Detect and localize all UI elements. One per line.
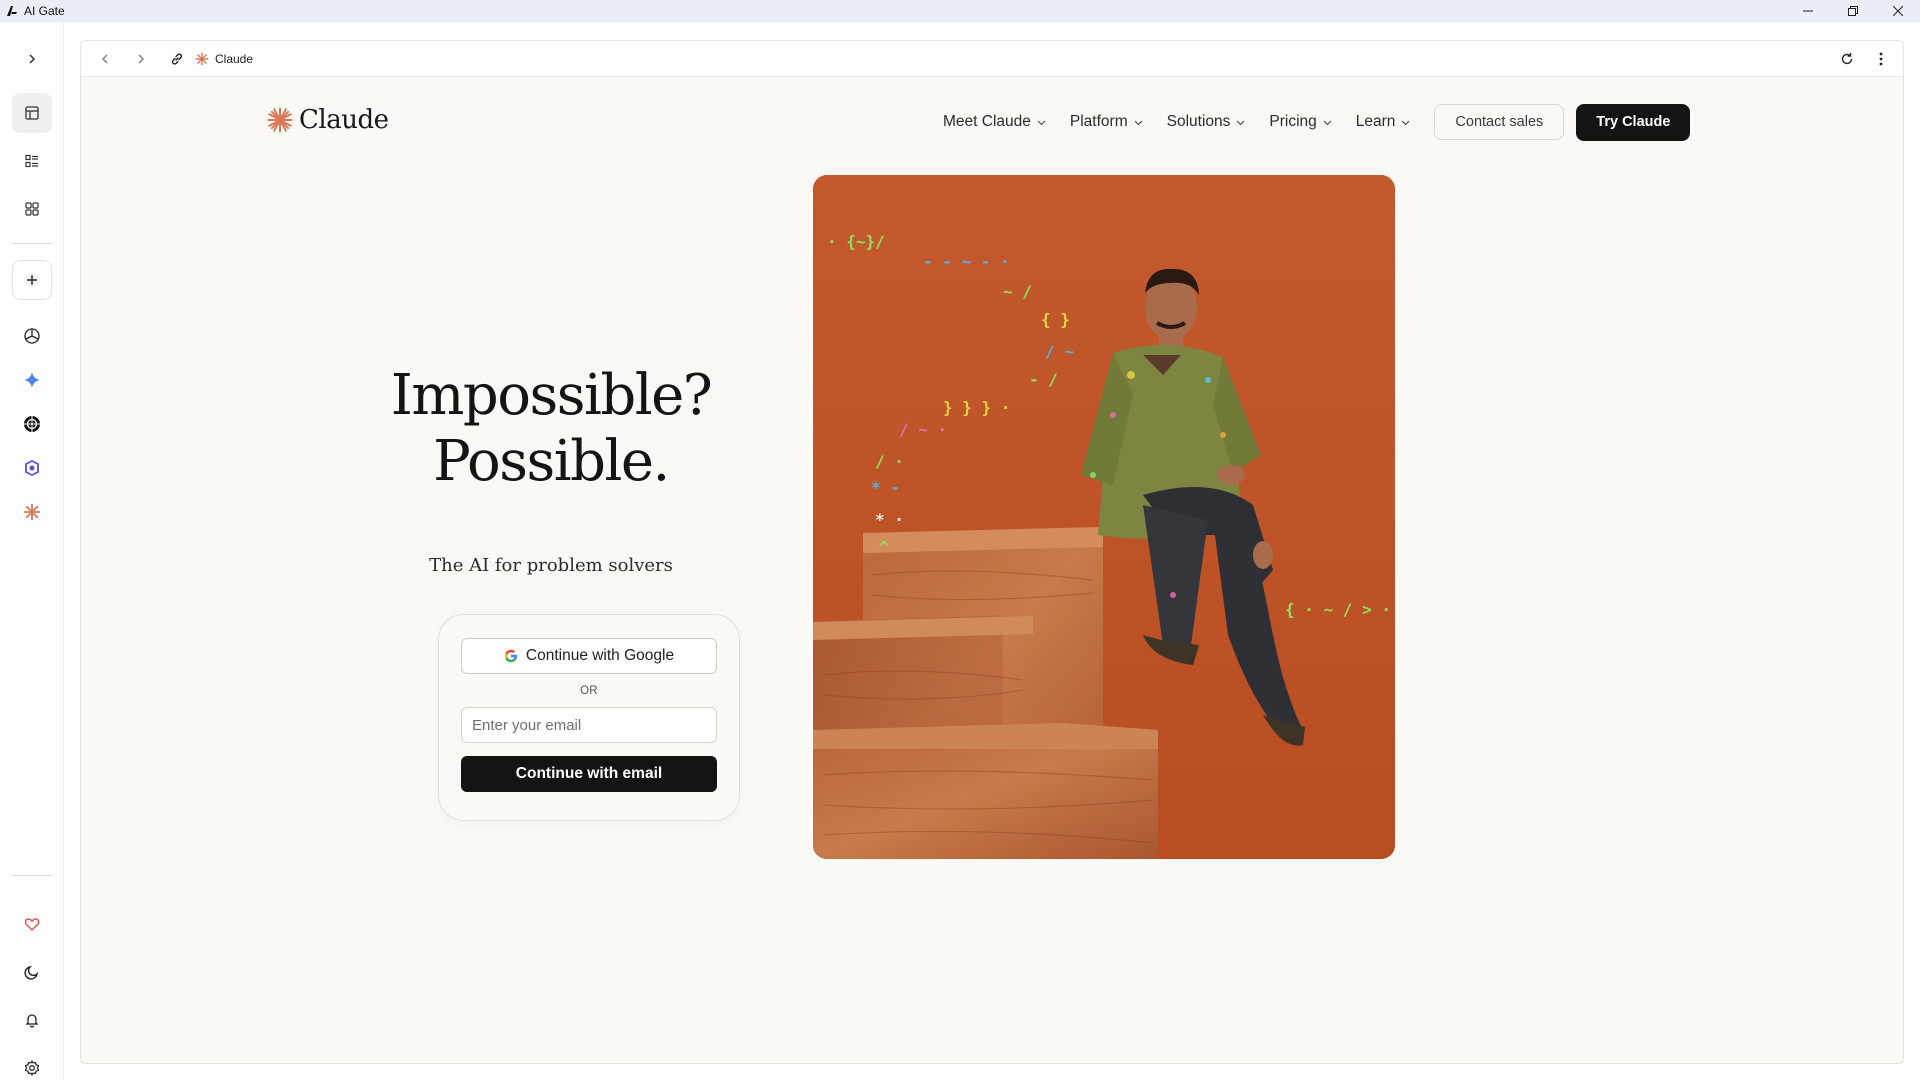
more-options-button[interactable] [1867,45,1895,73]
address-bar: Claude [81,41,1903,77]
plus-icon [27,275,37,285]
service-perplexity[interactable] [12,404,52,444]
heart-icon [24,918,40,931]
hero-photo: · {~}/ - - ~ - · ~ / { } / ~ - / } } } ·… [813,175,1395,859]
email-field[interactable] [461,707,717,743]
svg-text:- /: - / [1029,370,1058,389]
svg-text:- - ~ - ·: - - ~ - · [923,252,1010,271]
more-vertical-icon [1879,52,1883,66]
chevron-down-icon [1323,120,1332,126]
grid-view-button[interactable] [12,189,52,229]
app-sidebar [0,22,64,1080]
svg-text:/ ·: / · [875,452,904,471]
hero-line-2: Possible. [433,429,670,494]
nav-meet-claude[interactable]: Meet Claude [943,113,1046,131]
brand-name: Claude [299,105,389,135]
svg-text:· {~}/: · {~}/ [827,232,885,251]
settings-button[interactable] [12,1048,52,1088]
list-icon [25,154,38,168]
nav-pricing[interactable]: Pricing [1269,113,1332,131]
nav-label: Solutions [1166,113,1231,130]
claude-icon [23,503,41,521]
maximize-button[interactable] [1830,0,1875,22]
close-button[interactable] [1875,0,1920,22]
svg-text:/ ~ ·: / ~ · [899,420,947,439]
rail-divider [12,875,52,876]
layout-panel-button[interactable] [12,93,52,133]
gear-icon [24,1060,40,1076]
claude-favicon-icon [195,51,209,66]
link-icon [171,52,183,65]
nav-platform[interactable]: Platform [1070,113,1143,131]
copilot-icon [25,459,39,477]
tab-title: Claude [215,51,254,66]
claude-logo-icon [267,107,293,133]
or-divider: OR [580,685,598,697]
service-copilot[interactable] [12,448,52,488]
list-view-button[interactable] [12,141,52,181]
notifications-button[interactable] [12,1000,52,1040]
back-icon [102,54,108,63]
hero-headline: Impossible? Possible. [351,363,751,495]
chevron-right-icon [29,54,36,64]
svg-text:* ·: * · [875,510,904,529]
nav-solutions[interactable]: Solutions [1167,113,1246,131]
favorites-button[interactable] [12,904,52,944]
nav-label: Pricing [1269,113,1317,130]
layout-panel-icon [25,106,39,120]
hero-subtitle: The AI for problem solvers [429,555,673,576]
perplexity-icon [24,416,40,432]
google-button-label: Continue with Google [525,647,675,664]
svg-text:{ · ~ / > · -: { · ~ / > · - [1285,600,1395,619]
nav-label: Platform [1069,113,1128,130]
chevron-down-icon [1402,120,1410,126]
svg-text:* -: * - [871,478,900,497]
svg-text:{ }: { } [1041,310,1070,329]
continue-with-google-button[interactable]: Continue with Google [461,638,717,674]
google-icon [504,649,517,663]
copy-link-button[interactable] [163,45,191,73]
signin-card: Continue with Google OR Continue with em… [438,614,740,821]
nav-learn[interactable]: Learn [1356,113,1411,131]
svg-text:~ /: ~ / [1003,282,1032,301]
service-gemini[interactable] [12,360,52,400]
brand-logo[interactable]: Claude [267,105,389,135]
add-service-button[interactable] [12,260,52,300]
chevron-down-icon [1037,120,1046,126]
grid-icon [25,202,39,216]
chevron-down-icon [1236,120,1245,126]
continue-with-email-button[interactable]: Continue with email [461,756,717,792]
svg-text:/ ~: / ~ [1045,342,1074,361]
nav-label: Meet Claude [943,113,1031,130]
service-chatgpt[interactable] [12,316,52,356]
main-nav: Meet Claude Platform Solutions Pricing L… [943,103,1691,141]
rail-divider [12,243,52,244]
browser-view: Claude Claude Meet Claude Platform Solut… [80,40,1904,1064]
window-titlebar: AI Gate [0,0,1920,22]
chevron-down-icon [1134,120,1142,126]
chatgpt-icon [24,328,40,344]
svg-text:^: ^ [879,538,889,557]
app-logo-icon [5,4,19,18]
expand-sidebar-button[interactable] [12,39,52,79]
contact-sales-button[interactable]: Contact sales [1434,104,1565,140]
try-claude-button[interactable]: Try Claude [1576,103,1691,141]
minimize-button[interactable] [1785,0,1830,22]
service-claude[interactable] [12,492,52,532]
svg-text:} } } ·: } } } · [943,398,1010,417]
reload-button[interactable] [1833,45,1861,73]
theme-toggle-button[interactable] [12,952,52,992]
gemini-icon [24,372,40,388]
nav-label: Learn [1355,113,1396,130]
bell-icon [25,1014,39,1028]
forward-button[interactable] [127,45,155,73]
reload-icon [1841,53,1853,65]
web-page: Claude Meet Claude Platform Solutions Pr… [81,77,1903,1063]
back-button[interactable] [91,45,119,73]
hero-line-1: Impossible? [390,363,713,428]
window-title: AI Gate [24,4,65,18]
forward-icon [138,54,144,63]
moon-icon [24,965,39,980]
